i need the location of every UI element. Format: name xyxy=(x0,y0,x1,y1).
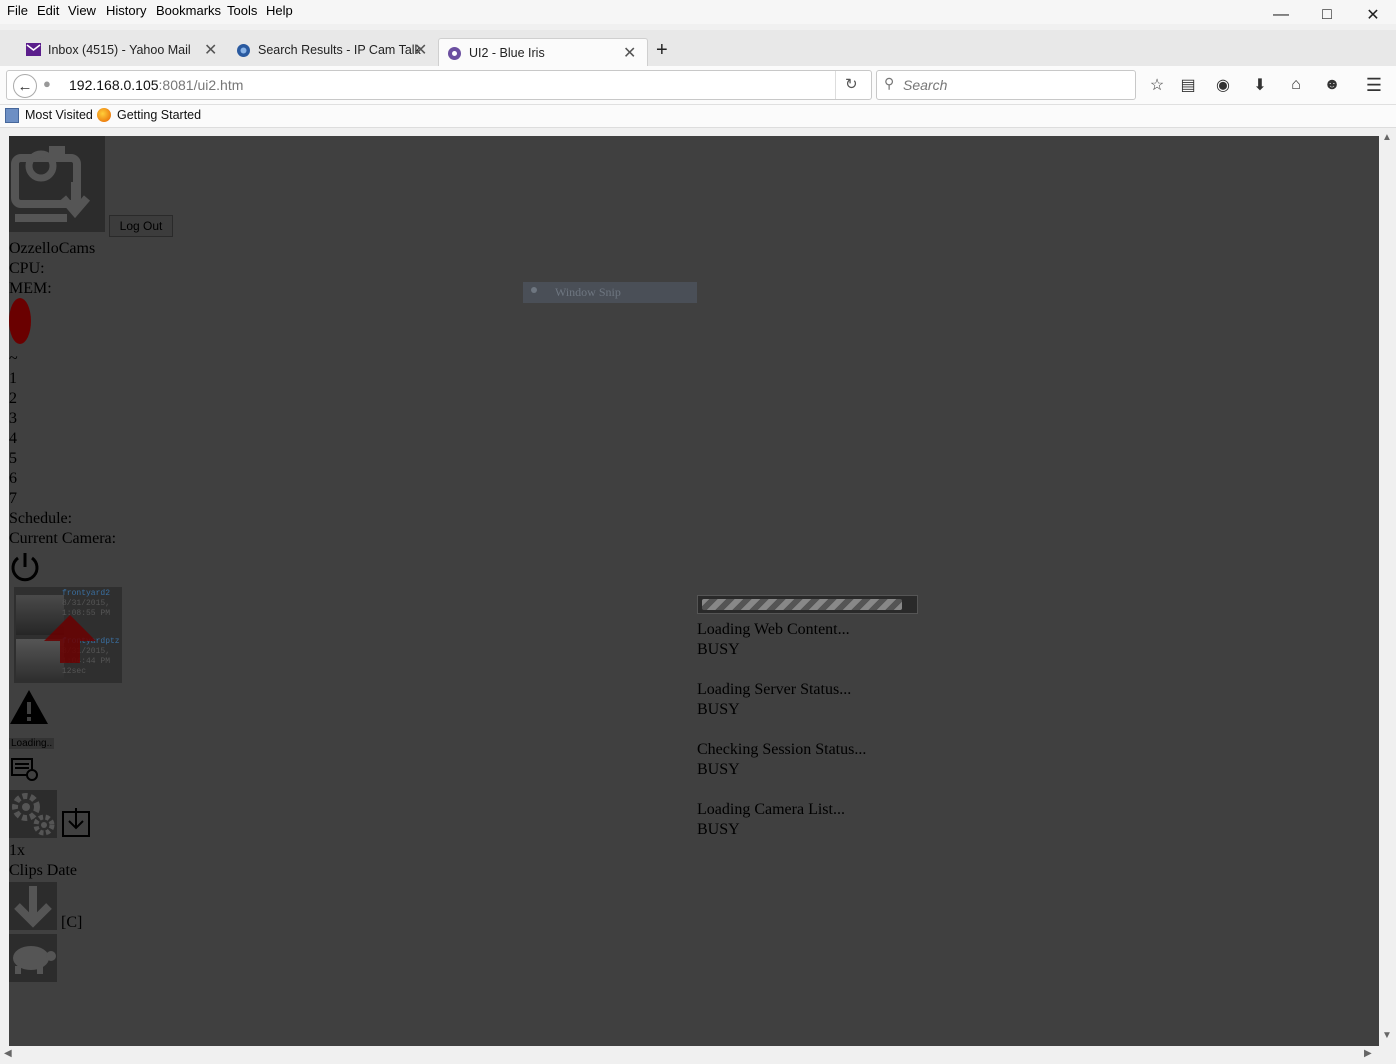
blue-iris-page: Log Out OzzelloCams CPU: MEM: ~ 1 2 3 4 … xyxy=(9,136,1379,1046)
system-name: OzzelloCams xyxy=(9,240,96,257)
turtle-icon[interactable] xyxy=(9,934,57,982)
bookmarks-toolbar: Most Visited Getting Started xyxy=(0,105,1396,128)
warning-icon[interactable] xyxy=(9,688,49,731)
camera-download-icon[interactable] xyxy=(9,136,105,232)
tab-blue-iris[interactable]: UI2 - Blue Iris ✕ xyxy=(438,38,648,68)
status-label: Checking Session Status... xyxy=(697,741,867,758)
status-label: Loading Camera List... xyxy=(697,801,845,818)
home-icon[interactable]: ⌂ xyxy=(1285,74,1307,96)
clips-date-label[interactable]: Clips Date xyxy=(9,862,77,880)
progress-fill xyxy=(702,599,902,610)
menu-bookmarks[interactable]: Bookmarks xyxy=(156,3,221,18)
camera-thumbnails[interactable]: frontyard2 8/31/2015, 1:08:55 PM frontya… xyxy=(14,587,122,683)
close-window-button[interactable]: ✕ xyxy=(1350,0,1396,30)
menu-file[interactable]: File xyxy=(7,3,28,18)
tab-label: Inbox (4515) - Yahoo Mail xyxy=(48,43,191,57)
tab-yahoo-mail[interactable]: Inbox (4515) - Yahoo Mail ✕ xyxy=(26,36,222,66)
status-indicator xyxy=(9,298,31,344)
search-icon: ⚲ xyxy=(884,75,895,91)
tab-label: UI2 - Blue Iris xyxy=(469,46,545,60)
maximize-button[interactable]: □ xyxy=(1304,0,1350,30)
mem-label: MEM: xyxy=(9,280,52,297)
camera-name: frontyard2 xyxy=(62,589,111,598)
loading-panel: Loading Web Content... BUSY Loading Serv… xyxy=(697,595,918,838)
window-snip-overlay: Window Snip xyxy=(523,282,697,303)
tab-ip-cam-talk[interactable]: Search Results - IP Cam Talk ✕ xyxy=(236,36,432,66)
log-out-button[interactable]: Log Out xyxy=(109,215,173,237)
tilde-text: ~ xyxy=(9,350,18,367)
scroll-left-icon[interactable]: ◀ xyxy=(4,1048,12,1059)
profile-4[interactable]: 4 xyxy=(9,430,17,448)
scroll-up-icon[interactable]: ▲ xyxy=(1382,132,1392,143)
arrow-down-icon[interactable] xyxy=(9,882,57,930)
snip-icon xyxy=(531,287,537,293)
arrow-up-icon xyxy=(44,615,96,663)
scroll-right-icon[interactable]: ▶ xyxy=(1364,1048,1372,1059)
schedule-label: Schedule: xyxy=(9,510,73,527)
vertical-scrollbar[interactable]: ▲ ▼ xyxy=(1379,130,1396,1046)
status-state: BUSY xyxy=(697,701,740,718)
menu-history[interactable]: History xyxy=(106,3,146,18)
url-text[interactable]: 192.168.0.105:8081/ui2.htm xyxy=(69,77,243,93)
loading-indicator: Loading.. xyxy=(9,738,55,749)
power-icon[interactable] xyxy=(9,550,41,589)
tab-label: Search Results - IP Cam Talk xyxy=(258,43,421,57)
status-state: BUSY xyxy=(697,761,740,778)
menu-edit[interactable]: Edit xyxy=(37,3,59,18)
camera-date: 8/31/2015, xyxy=(62,599,111,608)
save-download-icon[interactable] xyxy=(61,806,93,843)
menu-bar: File Edit View History Bookmarks Tools H… xyxy=(0,0,1396,24)
url-bar[interactable]: ← ● 192.168.0.105:8081/ui2.htm ↻ xyxy=(6,70,872,100)
emoji-icon[interactable]: ☻ xyxy=(1321,74,1343,96)
blue-iris-icon xyxy=(447,46,462,60)
profile-3[interactable]: 3 xyxy=(9,410,17,428)
menu-view[interactable]: View xyxy=(68,3,96,18)
search-input[interactable]: ⚲ Search xyxy=(876,70,1136,100)
clip-list-icon[interactable] xyxy=(11,758,39,787)
reading-list-icon[interactable]: ▤ xyxy=(1177,74,1199,96)
bookmark-getting-started[interactable]: Getting Started xyxy=(117,108,201,122)
navigation-bar: ← ● 192.168.0.105:8081/ui2.htm ↻ ⚲ Searc… xyxy=(0,66,1396,105)
bookmark-most-visited[interactable]: Most Visited xyxy=(25,108,93,122)
download-icon[interactable]: ⬇ xyxy=(1249,74,1271,96)
hamburger-menu-icon[interactable]: ☰ xyxy=(1363,74,1385,96)
c-label: [C] xyxy=(61,914,83,931)
profile-5[interactable]: 5 xyxy=(9,450,17,468)
bookmark-star-icon[interactable]: ☆ xyxy=(1146,74,1168,96)
pocket-icon[interactable]: ◉ xyxy=(1212,74,1234,96)
menu-help[interactable]: Help xyxy=(266,3,293,18)
speed-label[interactable]: 1x xyxy=(9,842,25,860)
profile-7[interactable]: 7 xyxy=(9,490,17,508)
new-tab-button[interactable]: + xyxy=(656,39,676,69)
scroll-down-icon[interactable]: ▼ xyxy=(1382,1030,1392,1041)
profile-1[interactable]: 1 xyxy=(9,370,17,388)
current-camera-label: Current Camera: xyxy=(9,530,117,547)
status-state: BUSY xyxy=(697,821,740,838)
globe-icon xyxy=(236,43,251,57)
close-tab-icon[interactable]: ✕ xyxy=(414,40,427,60)
close-tab-icon[interactable]: ✕ xyxy=(204,40,217,60)
status-label: Loading Web Content... xyxy=(697,621,850,638)
horizontal-scrollbar[interactable]: ◀ ▶ xyxy=(0,1046,1379,1064)
menu-tools[interactable]: Tools xyxy=(227,3,257,18)
reload-icon[interactable]: ↻ xyxy=(845,75,858,93)
profile-6[interactable]: 6 xyxy=(9,470,17,488)
progress-bar xyxy=(697,595,918,614)
envelope-icon xyxy=(26,43,41,56)
gear-icon[interactable] xyxy=(9,790,57,838)
close-tab-icon[interactable]: ✕ xyxy=(623,43,636,63)
minimize-button[interactable]: — xyxy=(1258,0,1304,30)
firefox-icon xyxy=(97,108,111,122)
back-icon[interactable]: ← xyxy=(13,74,37,98)
most-visited-icon xyxy=(5,108,19,123)
status-label: Loading Server Status... xyxy=(697,681,852,698)
camera-duration: 12sec xyxy=(62,667,87,676)
profile-2[interactable]: 2 xyxy=(9,390,17,408)
cpu-label: CPU: xyxy=(9,260,45,277)
site-info-icon[interactable]: ● xyxy=(43,76,51,91)
status-state: BUSY xyxy=(697,641,740,658)
